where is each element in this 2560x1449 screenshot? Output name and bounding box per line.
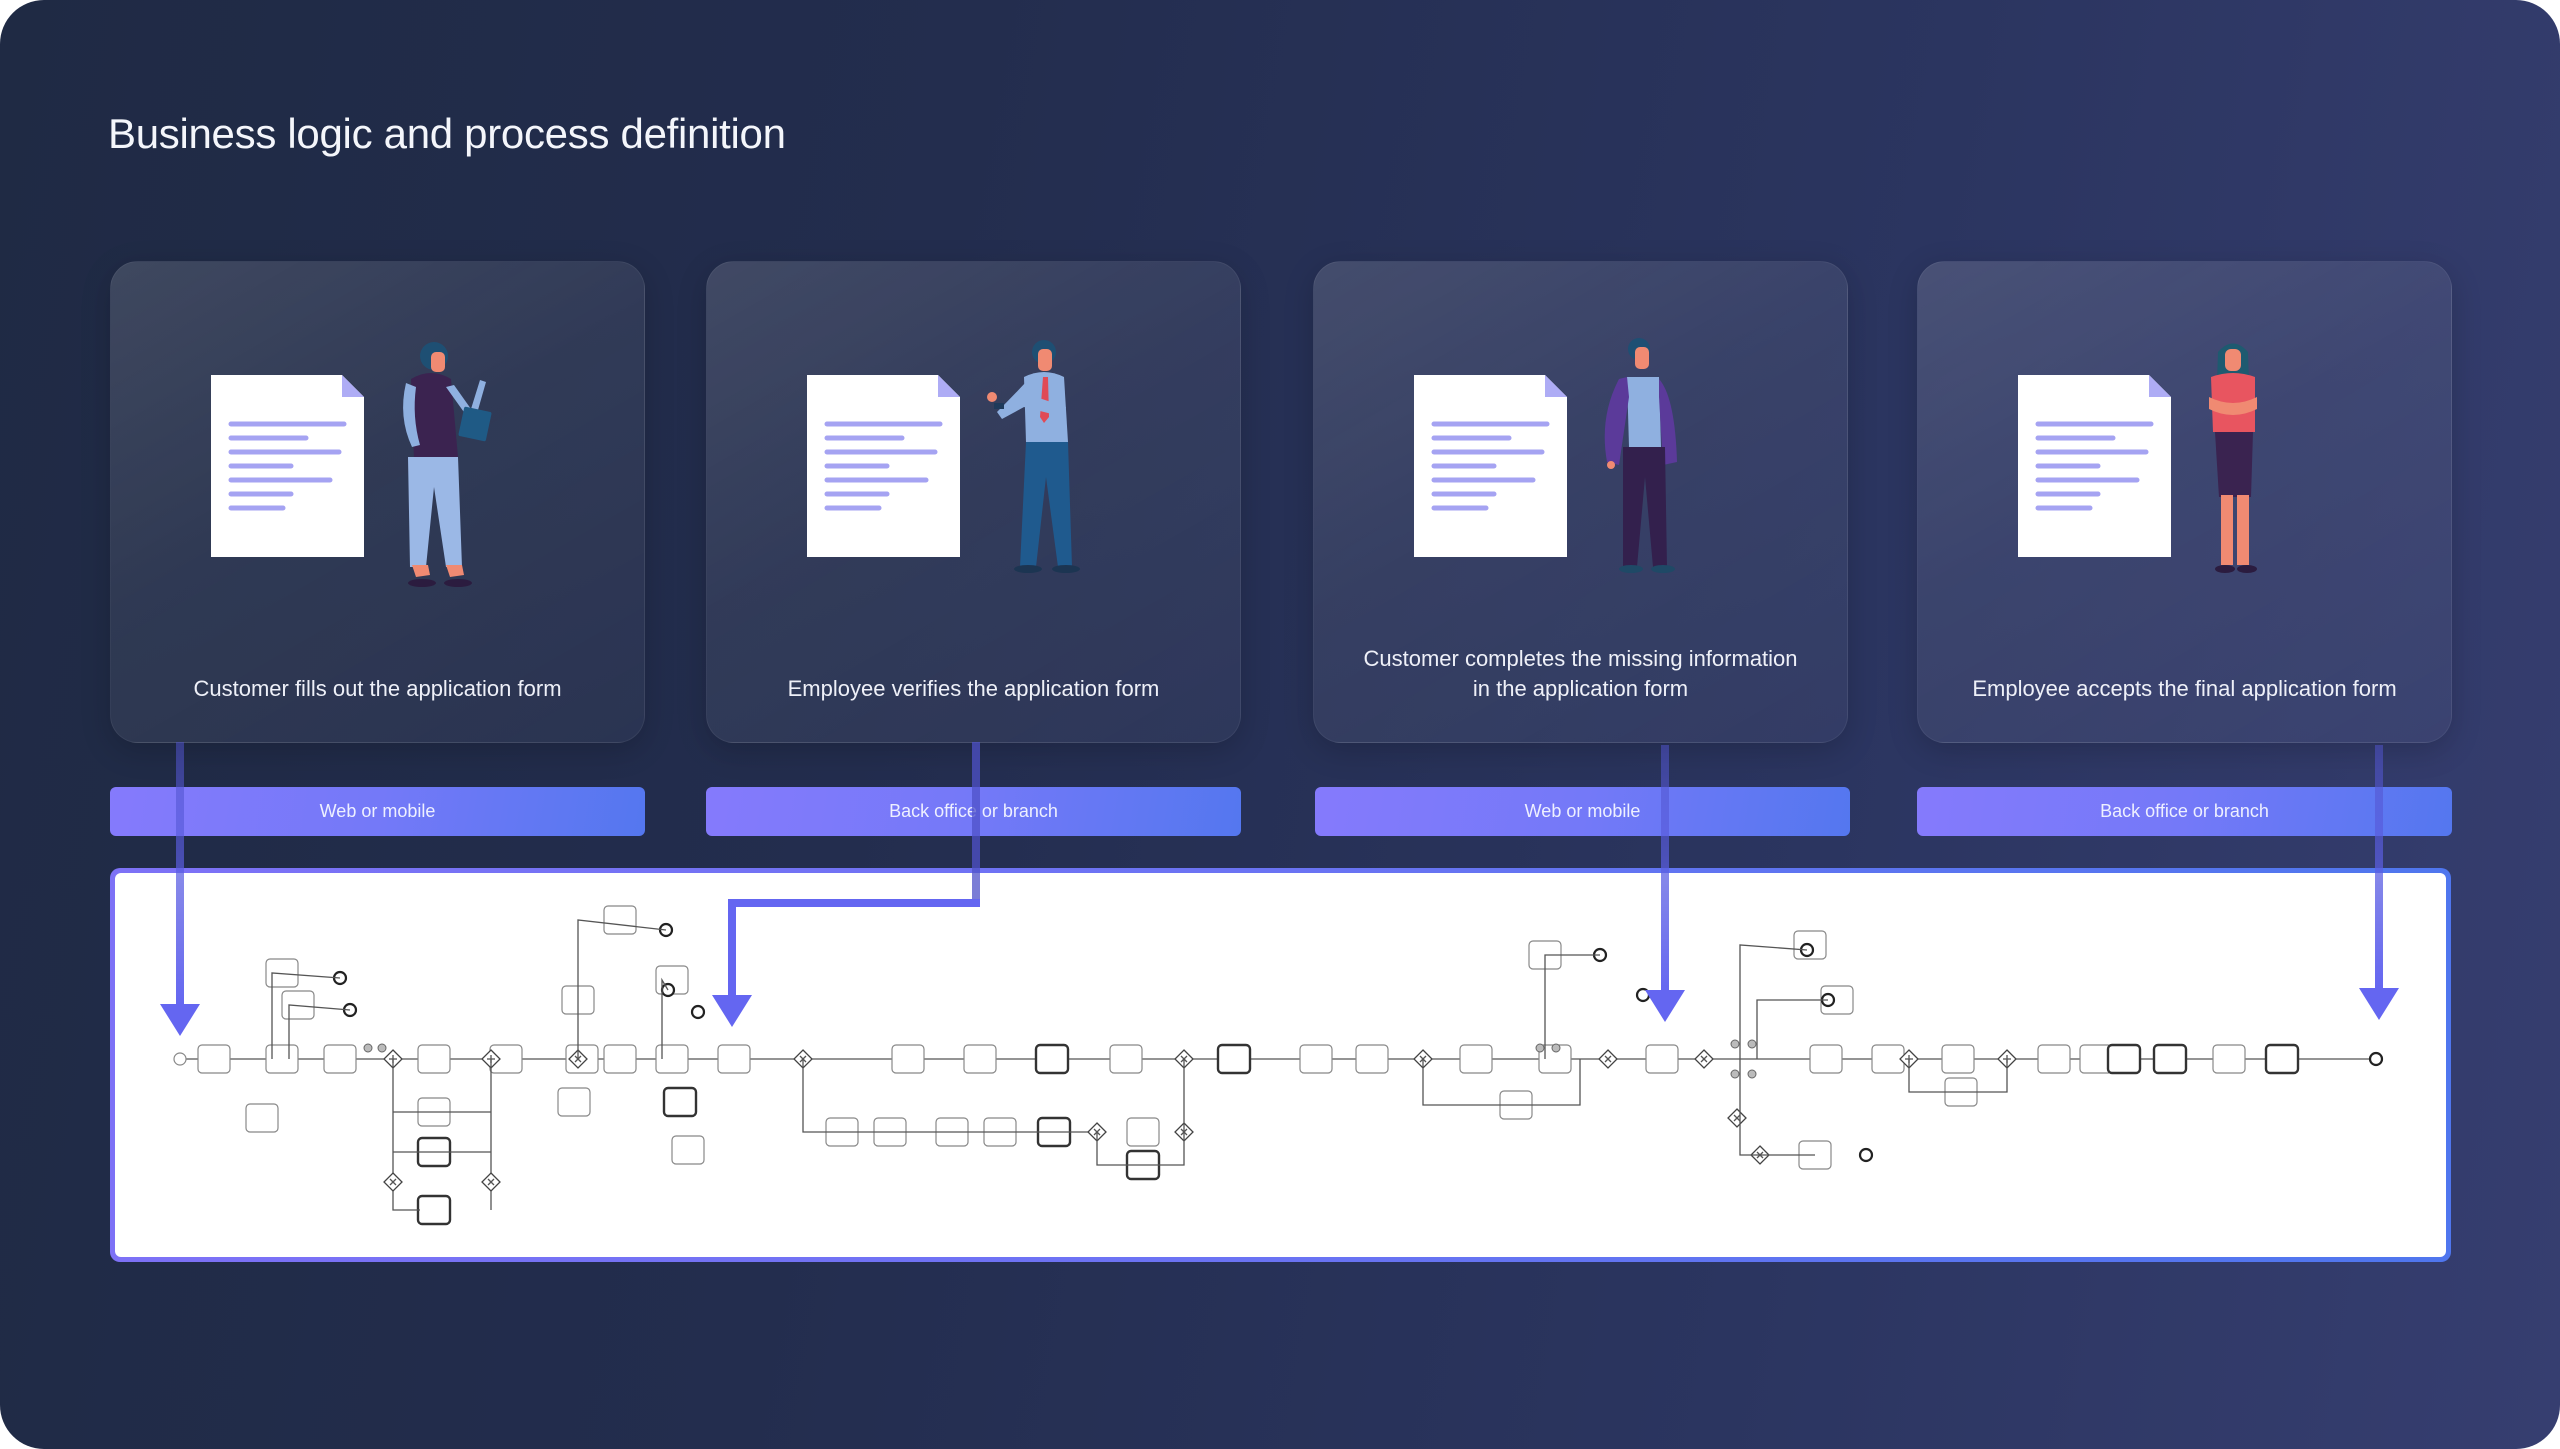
task-box xyxy=(891,1044,925,1074)
step-caption: Customer fills out the application form xyxy=(193,676,562,701)
channel-label: Web or mobile xyxy=(1315,787,1850,836)
channel-label: Back office or branch xyxy=(1917,787,2452,836)
task-box xyxy=(603,905,637,935)
task-box xyxy=(1645,1044,1679,1074)
task-box xyxy=(662,1086,698,1118)
task-box xyxy=(265,958,299,988)
task-box xyxy=(717,1044,751,1074)
task-box xyxy=(245,1103,279,1133)
task-box xyxy=(1216,1043,1252,1075)
slide-background: Business logic and process definition Cu… xyxy=(0,0,2560,1449)
boundary-event xyxy=(1747,1039,1757,1049)
page-title: Business logic and process definition xyxy=(108,110,786,157)
task-box xyxy=(1941,1044,1975,1074)
task-box xyxy=(281,990,315,1020)
task-box xyxy=(603,1044,637,1074)
step-card-3: Customer completes the missing informati… xyxy=(1313,261,1848,743)
end-event xyxy=(1858,1147,1874,1163)
boundary-event xyxy=(1747,1069,1757,1079)
step-card-4: Employee accepts the final application f… xyxy=(1917,261,2452,743)
task-box xyxy=(1299,1044,1333,1074)
task-box xyxy=(1034,1043,1070,1075)
task-box xyxy=(2106,1043,2142,1075)
start-event xyxy=(173,1052,187,1066)
end-event xyxy=(690,1004,706,1020)
task-box xyxy=(1459,1044,1493,1074)
document-icon xyxy=(211,375,364,557)
process-diagram-panel xyxy=(110,868,2451,1262)
bpmn-diagram xyxy=(173,905,2384,1226)
task-box xyxy=(416,1194,452,1226)
step-caption: Customer completes the missing informati… xyxy=(1363,646,1798,701)
task-box xyxy=(963,1044,997,1074)
task-box xyxy=(2037,1044,2071,1074)
boundary-event xyxy=(377,1043,387,1053)
task-box xyxy=(1809,1044,1843,1074)
channel-label: Back office or branch xyxy=(706,787,1241,836)
man-in-jacket-illustration xyxy=(1604,338,1677,573)
boundary-event xyxy=(1730,1069,1740,1079)
man-with-phone-illustration xyxy=(987,340,1080,573)
task-box xyxy=(1109,1044,1143,1074)
task-box xyxy=(2212,1044,2246,1074)
task-box xyxy=(197,1044,231,1074)
task-box xyxy=(655,1044,689,1074)
end-event xyxy=(1635,987,1651,1003)
boundary-event xyxy=(1730,1039,1740,1049)
end-event xyxy=(2368,1051,2384,1067)
task-box xyxy=(417,1044,451,1074)
task-box xyxy=(671,1135,705,1165)
document-icon xyxy=(807,375,960,557)
document-icon xyxy=(1414,375,1567,557)
task-box xyxy=(1126,1117,1160,1147)
boundary-event xyxy=(1551,1043,1561,1053)
task-box xyxy=(557,1087,591,1117)
boundary-event xyxy=(363,1043,373,1053)
task-box xyxy=(323,1044,357,1074)
task-box xyxy=(2264,1043,2300,1075)
document-icon xyxy=(2018,375,2171,557)
task-box xyxy=(265,1044,299,1074)
boundary-event xyxy=(1535,1043,1545,1053)
step-card-1: Customer fills out the application form xyxy=(110,261,645,743)
woman-arms-crossed-illustration xyxy=(2209,343,2257,573)
channel-label: Web or mobile xyxy=(110,787,645,836)
sequence-flow xyxy=(1544,954,1600,1059)
step-caption: Employee verifies the application form xyxy=(787,676,1160,701)
task-box xyxy=(2152,1043,2188,1075)
step-card-2: Employee verifies the application form xyxy=(706,261,1241,743)
woman-with-tablet-illustration xyxy=(403,342,492,587)
step-caption: Employee accepts the final application f… xyxy=(1972,676,2397,701)
task-box xyxy=(1355,1044,1389,1074)
